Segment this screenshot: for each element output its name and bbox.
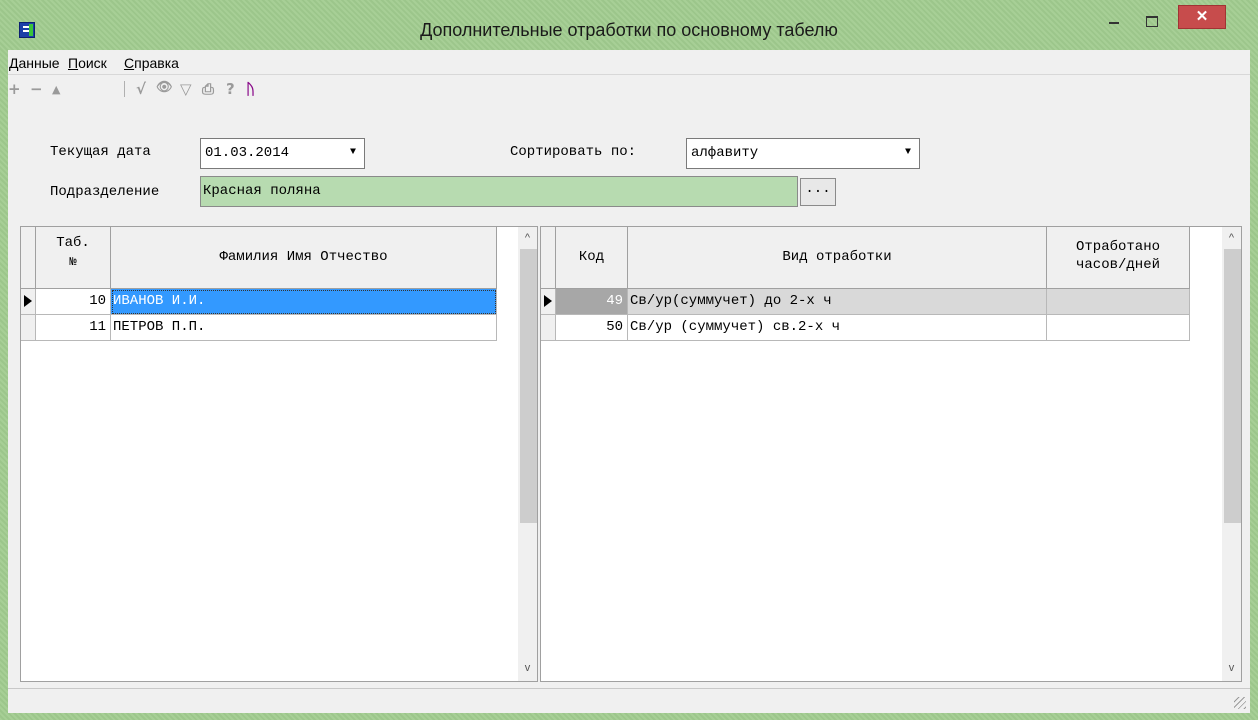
row-indicator <box>21 315 36 341</box>
help-icon[interactable]: ? <box>226 80 235 98</box>
row-indicator <box>541 289 556 315</box>
chevron-down-icon[interactable]: ▼ <box>900 142 916 162</box>
worked-header[interactable]: Отработано часов/дней <box>1047 227 1190 289</box>
dept-field[interactable]: Красная поляна <box>200 176 798 207</box>
scroll-down-icon[interactable]: v <box>518 659 537 677</box>
chevron-down-icon[interactable]: ▼ <box>345 142 361 162</box>
work-type-cell[interactable]: Св/ур(суммучет) до 2-х ч <box>628 289 1047 315</box>
sort-combo[interactable]: алфавиту ▼ <box>686 138 920 169</box>
plus-icon[interactable]: + <box>8 80 21 98</box>
name-cell[interactable]: ИВАНОВ И.И. <box>111 289 497 315</box>
name-header[interactable]: Фамилия Имя Отчество <box>111 227 497 289</box>
close-button[interactable]: ✕ <box>1178 5 1226 29</box>
work-type-cell[interactable]: Св/ур (суммучет) св.2-х ч <box>628 315 1047 341</box>
dept-browse-button[interactable]: ... <box>800 178 836 206</box>
date-label: Текущая дата <box>50 144 151 160</box>
worked-cell[interactable] <box>1047 315 1190 341</box>
binoculars-icon[interactable]: 👁 <box>156 80 173 95</box>
work-types-scrollbar[interactable]: ^ v <box>1222 227 1241 681</box>
current-row-icon <box>24 295 32 307</box>
toolbar: + − ▲ √ 👁 ▽ ⎙ ? ᚢ <box>8 74 1250 101</box>
worked-cell[interactable] <box>1047 289 1190 315</box>
toolbar-separator <box>124 81 125 97</box>
minus-icon[interactable]: − <box>30 80 43 98</box>
current-row-icon <box>544 295 552 307</box>
scroll-up-icon[interactable]: ^ <box>1222 229 1241 247</box>
work-types-grid: Код Вид отработки Отработано часов/дней … <box>540 226 1242 682</box>
up-icon[interactable]: ▲ <box>52 83 60 96</box>
code-cell[interactable]: 49 <box>556 289 628 315</box>
row-indicator <box>541 315 556 341</box>
work-type-header[interactable]: Вид отработки <box>628 227 1047 289</box>
employees-scrollbar[interactable]: ^ v <box>518 227 537 681</box>
title-bar[interactable]: Дополнительные отработки по основному та… <box>0 0 1258 56</box>
row-indicator <box>21 289 36 315</box>
indicator-header <box>21 227 36 289</box>
dept-value: Красная поляна <box>203 183 321 199</box>
indicator-header <box>541 227 556 289</box>
dept-label: Подразделение <box>50 184 160 200</box>
date-combo[interactable]: 01.03.2014 ▼ <box>200 138 365 169</box>
tab-number-cell[interactable]: 11 <box>36 315 111 341</box>
app-window: Дополнительные отработки по основному та… <box>0 0 1258 720</box>
status-bar <box>8 688 1250 713</box>
close-icon: ✕ <box>1195 8 1209 25</box>
menu-search[interactable]: Поиск <box>68 55 107 71</box>
menu-data[interactable]: Данные <box>9 55 60 71</box>
sort-label: Сортировать по: <box>510 144 637 160</box>
menu-bar: Данные Поиск Справка <box>8 50 1250 74</box>
scroll-thumb[interactable] <box>1224 249 1241 523</box>
date-value: 01.03.2014 <box>205 145 290 161</box>
tab-number-header[interactable]: Таб. № <box>36 227 111 289</box>
employees-grid: Таб. № Фамилия Имя Отчество 10 ИВАНОВ И.… <box>20 226 538 682</box>
scroll-thumb[interactable] <box>520 249 537 523</box>
client-area: Данные Поиск Справка + − ▲ √ 👁 ▽ ⎙ ? ᚢ Т… <box>8 50 1250 713</box>
filter-icon[interactable]: ▽ <box>180 80 192 98</box>
menu-help[interactable]: Справка <box>124 55 179 71</box>
code-header[interactable]: Код <box>556 227 628 289</box>
maximize-button[interactable] <box>1140 12 1164 35</box>
scroll-up-icon[interactable]: ^ <box>518 229 537 247</box>
minimize-button[interactable] <box>1102 12 1126 35</box>
exit-icon[interactable]: ᚢ <box>246 80 255 98</box>
code-cell[interactable]: 50 <box>556 315 628 341</box>
check-icon[interactable]: √ <box>136 80 146 98</box>
sort-value: алфавиту <box>691 145 759 161</box>
resize-grip-icon[interactable] <box>1234 697 1246 709</box>
window-title: Дополнительные отработки по основному та… <box>420 20 838 40</box>
scroll-down-icon[interactable]: v <box>1222 659 1241 677</box>
name-cell[interactable]: ПЕТРОВ П.П. <box>111 315 497 341</box>
print-icon[interactable]: ⎙ <box>202 80 214 98</box>
tab-number-cell[interactable]: 10 <box>36 289 111 315</box>
